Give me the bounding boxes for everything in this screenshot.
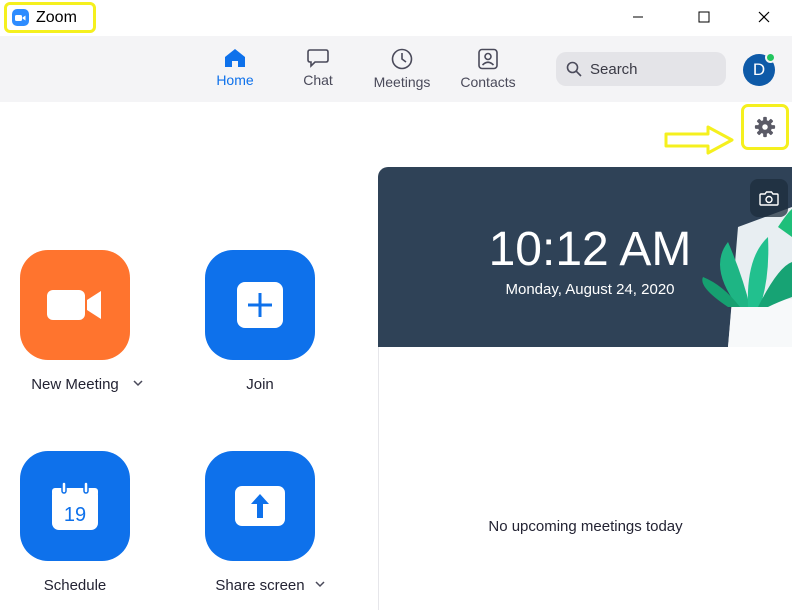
tab-contacts-label: Contacts [460, 74, 516, 90]
minimize-button[interactable] [615, 0, 661, 34]
schedule-action[interactable]: 19 Schedule [20, 451, 130, 594]
tab-chat[interactable]: Chat [283, 48, 353, 88]
search-box[interactable]: Search [556, 52, 726, 86]
presence-status-dot [765, 52, 776, 63]
new-meeting-button[interactable] [20, 250, 130, 360]
close-icon [758, 11, 770, 23]
tab-home[interactable]: Home [200, 48, 270, 88]
new-meeting-action[interactable]: New Meeting [20, 250, 143, 393]
search-icon [566, 61, 582, 77]
change-background-button[interactable] [750, 179, 788, 217]
share-screen-icon [235, 486, 285, 526]
maximize-icon [698, 11, 710, 23]
chat-icon [307, 49, 329, 68]
search-placeholder: Search [590, 60, 638, 78]
contacts-icon [478, 48, 498, 70]
window-title: Zoom [36, 8, 77, 26]
join-label: Join [246, 376, 274, 393]
no-meetings-message: No upcoming meetings today [488, 518, 683, 535]
title-bar: Zoom [0, 0, 792, 36]
tab-meetings-label: Meetings [373, 74, 431, 90]
home-icon [225, 49, 245, 67]
tab-contacts[interactable]: Contacts [453, 48, 523, 90]
calendar-icon: 19 [52, 481, 98, 530]
time-banner: 10:12 AM Monday, August 24, 2020 [378, 167, 792, 347]
share-screen-label: Share screen [215, 577, 305, 594]
zoom-logo-icon [12, 9, 29, 26]
close-button[interactable] [741, 0, 787, 34]
tab-meetings[interactable]: Meetings [367, 48, 437, 90]
panel-divider [378, 347, 379, 610]
share-screen-action[interactable]: Share screen [205, 451, 325, 594]
app-title: Zoom [4, 2, 96, 33]
chevron-down-icon[interactable] [315, 580, 325, 588]
gear-icon [754, 116, 776, 138]
chevron-down-icon[interactable] [133, 379, 143, 387]
top-nav: Home Chat Meetings Contacts Search D [0, 36, 792, 102]
schedule-label: Schedule [43, 577, 107, 594]
clock-icon [391, 48, 413, 70]
tab-chat-label: Chat [303, 72, 333, 88]
settings-button[interactable] [741, 104, 789, 150]
join-action[interactable]: Join [205, 250, 315, 393]
new-meeting-label: New Meeting [31, 376, 119, 393]
video-camera-icon [47, 290, 101, 320]
maximize-button[interactable] [681, 0, 727, 34]
clock-date: Monday, August 24, 2020 [505, 281, 675, 298]
schedule-button[interactable]: 19 [20, 451, 130, 561]
annotation-arrow-icon [664, 125, 734, 155]
plus-icon [237, 282, 283, 328]
clock-time: 10:12 AM [488, 223, 692, 276]
share-screen-button[interactable] [205, 451, 315, 561]
tab-home-label: Home [216, 72, 254, 88]
minimize-icon [633, 16, 643, 18]
join-button[interactable] [205, 250, 315, 360]
camera-icon [759, 191, 779, 206]
calendar-day-text: 19 [64, 504, 86, 526]
